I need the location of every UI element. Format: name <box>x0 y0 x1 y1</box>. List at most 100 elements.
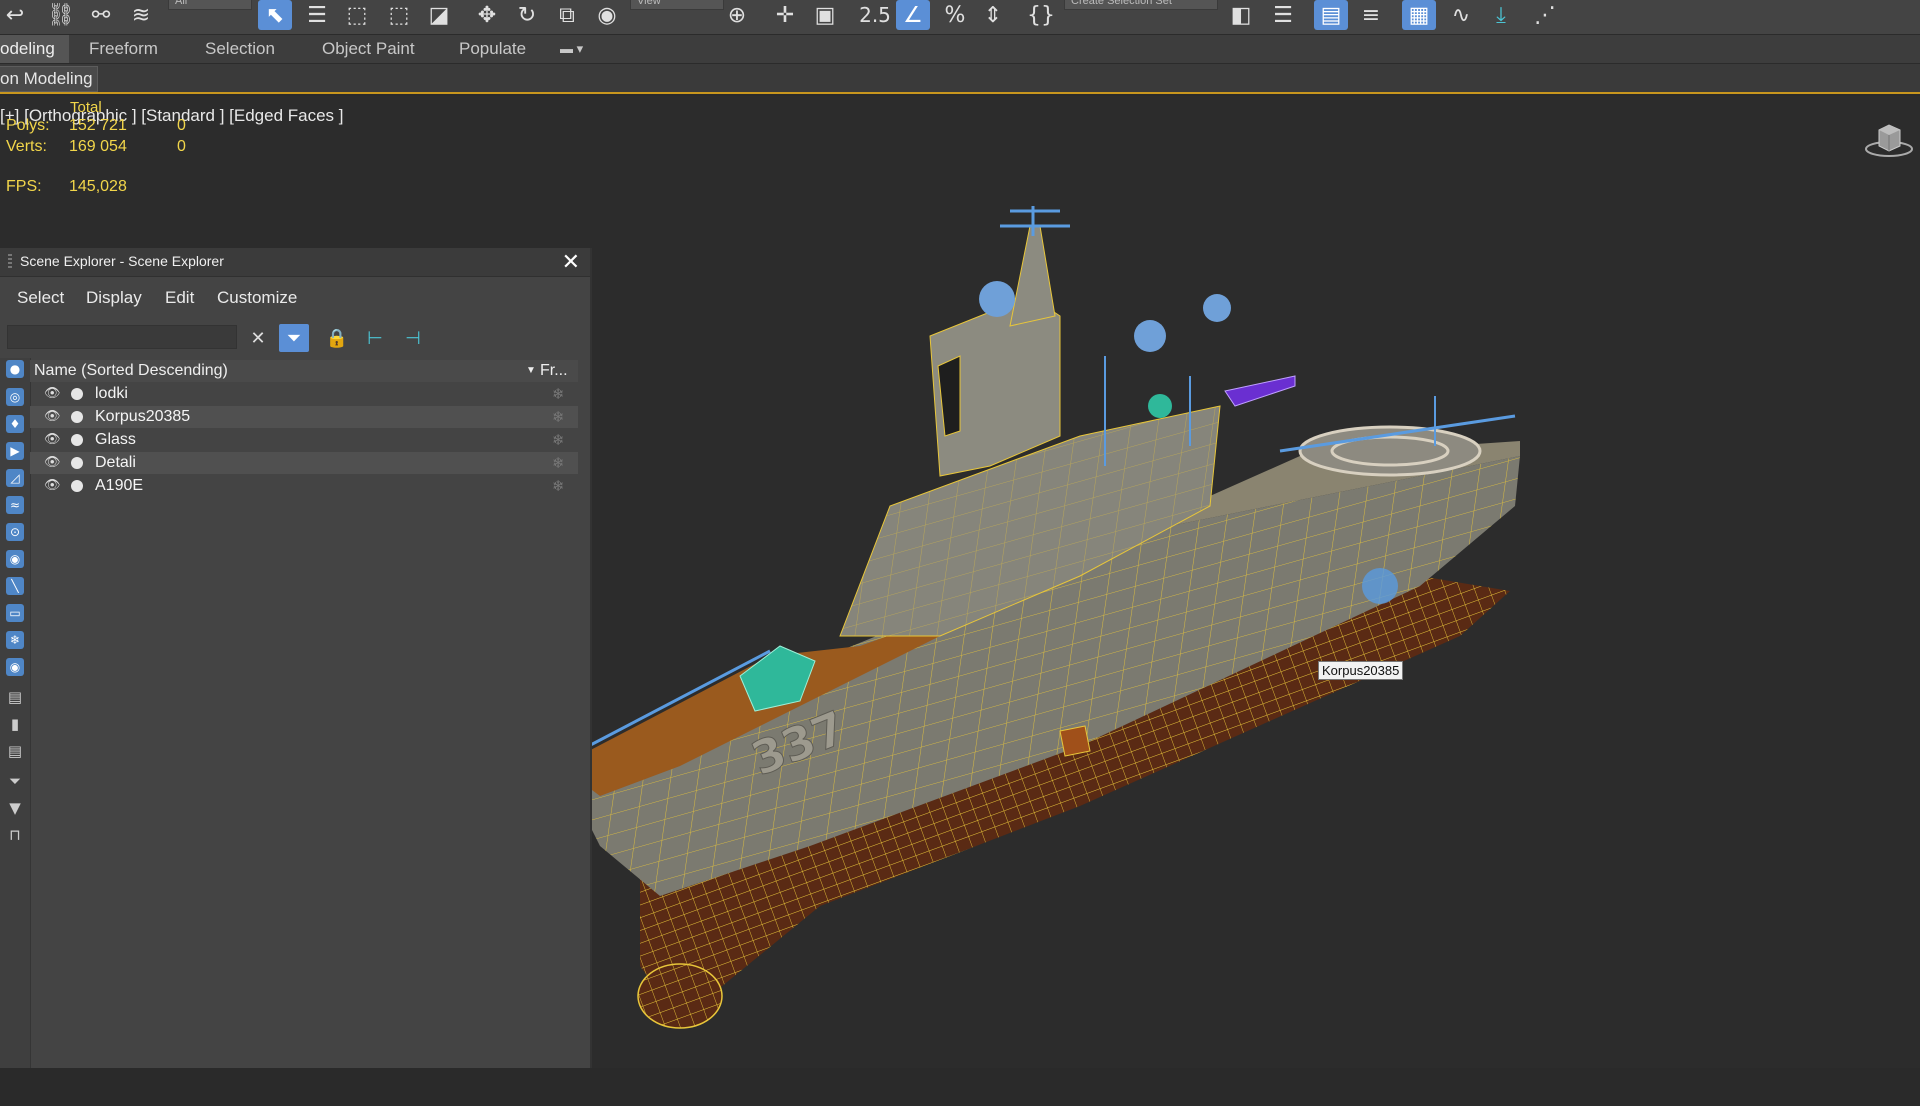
object-name[interactable]: lodki <box>95 383 128 405</box>
tab-freeform[interactable]: Freeform <box>89 35 158 63</box>
helper-filter-icon[interactable]: ◿ <box>6 469 24 487</box>
hidden-filter-icon[interactable]: ◉ <box>6 658 24 676</box>
eye-icon[interactable]: 👁 <box>44 429 61 451</box>
geometry-filter-icon[interactable]: ● <box>6 360 24 378</box>
spacewarp-filter-icon[interactable]: ≈ <box>6 496 24 514</box>
main-toolbar: ↩ ⛓ ⚯ ≋ All ⬉ ☰ ⬚ ⬚ ◪ ✥ ↻ ⧉ ◉ View ⊕ ✛ ▣… <box>0 0 1920 35</box>
object-name[interactable]: Detali <box>95 452 136 474</box>
sort-descending-icon[interactable]: ▼ <box>526 360 536 382</box>
angle-snap-icon[interactable]: ∠ <box>896 0 930 30</box>
stats-polys-label: Polys: <box>6 117 50 134</box>
toggle-scene-explorer-icon[interactable]: ▤ <box>1314 0 1348 30</box>
eye-icon[interactable]: 👁 <box>44 452 61 474</box>
menu-display[interactable]: Display <box>86 288 142 308</box>
link-icon[interactable]: ⛓ <box>46 0 76 30</box>
ribbon-sub-tab[interactable]: on Modeling <box>0 66 98 92</box>
list-item[interactable]: 👁 lodki ❄ <box>30 383 578 405</box>
freeze-icon[interactable]: ❄ <box>552 429 565 451</box>
spinner-snap-icon[interactable]: ⇕ <box>978 0 1008 30</box>
ribbon-options-icon[interactable]: ▬ ▾ <box>560 35 583 63</box>
filter-icon[interactable]: ⏷ <box>6 772 24 790</box>
lock-icon[interactable]: 🔒 <box>322 324 352 352</box>
align-icon[interactable]: ☰ <box>1268 0 1298 30</box>
container-filter-icon[interactable]: ▭ <box>6 604 24 622</box>
list-item[interactable]: 👁 Glass ❄ <box>30 429 578 451</box>
select-move-icon[interactable]: ✥ <box>472 0 502 30</box>
display-all-icon[interactable]: ▤ <box>6 688 24 706</box>
select-by-name-icon[interactable]: ☰ <box>302 0 332 30</box>
selection-filter-dropdown[interactable]: All <box>168 0 252 10</box>
viewcube-icon[interactable] <box>1864 122 1914 158</box>
select-manipulate-tool-icon[interactable]: ✛ <box>770 0 800 30</box>
render-setup-icon[interactable]: ⤓ <box>1486 0 1516 30</box>
schematic-view-icon[interactable]: ⋰ <box>1530 0 1560 30</box>
ship-model[interactable]: 337 <box>560 206 1890 1106</box>
keyboard-shortcut-override-icon[interactable]: ▣ <box>810 0 840 30</box>
container-icon[interactable]: ⊓ <box>6 826 24 844</box>
window-crossing-icon[interactable]: ⬚ <box>384 0 414 30</box>
menu-edit[interactable]: Edit <box>165 288 194 308</box>
shape-filter-icon[interactable]: ◎ <box>6 388 24 406</box>
freeze-icon[interactable]: ❄ <box>552 475 565 497</box>
hierarchy-sort-icon[interactable]: ⊢ <box>360 324 390 352</box>
select-place-icon[interactable]: ◉ <box>592 0 622 30</box>
menu-customize[interactable]: Customize <box>217 288 297 308</box>
tab-object-paint[interactable]: Object Paint <box>322 35 415 63</box>
snap-toggle-icon[interactable]: 2.5 <box>858 0 892 30</box>
ref-coord-dropdown[interactable]: View <box>630 0 724 10</box>
filter-toggle-icon[interactable]: ⏷ <box>279 324 309 352</box>
display-none-icon[interactable]: ▮ <box>6 715 24 733</box>
column-name-header[interactable]: Name (Sorted Descending) <box>34 360 228 382</box>
select-object-icon[interactable]: ⬉ <box>258 0 292 30</box>
toggle-layer-explorer-icon[interactable]: ≡ <box>1356 0 1386 30</box>
frozen-filter-icon[interactable]: ❄ <box>6 631 24 649</box>
bone-filter-icon[interactable]: ╲ <box>6 577 24 595</box>
tab-populate[interactable]: Populate <box>459 35 526 63</box>
list-item[interactable]: 👁 Detali ❄ <box>30 452 578 474</box>
selection-set-dropdown[interactable]: Create Selection Set <box>1064 0 1218 10</box>
curve-editor-icon[interactable]: ∿ <box>1444 0 1478 30</box>
xref-filter-icon[interactable]: ◉ <box>6 550 24 568</box>
toggle-ribbon-icon[interactable]: ▦ <box>1402 0 1436 30</box>
funnel-icon[interactable]: ▼ <box>6 799 24 817</box>
unlink-icon[interactable]: ⚯ <box>86 0 116 30</box>
close-icon[interactable]: ✕ <box>562 249 580 275</box>
eye-icon[interactable]: 👁 <box>44 406 61 428</box>
viewport-label[interactable]: [+] [Orthographic ] [Standard ] [Edged F… <box>0 106 344 126</box>
group-filter-icon[interactable]: ⊙ <box>6 523 24 541</box>
undo-icon[interactable]: ↩ <box>2 0 28 30</box>
object-name[interactable]: Korpus20385 <box>95 406 190 428</box>
light-filter-icon[interactable]: ♦ <box>6 415 24 433</box>
invert-display-icon[interactable]: ▤ <box>6 742 24 760</box>
percent-snap-icon[interactable]: % <box>940 0 970 30</box>
search-input[interactable] <box>7 325 237 349</box>
menu-select[interactable]: Select <box>17 288 64 308</box>
bind-space-warp-icon[interactable]: ≋ <box>126 0 156 30</box>
list-item[interactable]: 👁 A190E ❄ <box>30 475 578 497</box>
clear-search-icon[interactable]: ✕ <box>243 324 273 352</box>
mirror-icon[interactable]: ◧ <box>1226 0 1256 30</box>
layer-sort-icon[interactable]: ⊣ <box>398 324 428 352</box>
stats-fps-value: 145,028 <box>69 178 127 195</box>
freeze-icon[interactable]: ❄ <box>552 452 565 474</box>
select-rotate-icon[interactable]: ↻ <box>512 0 542 30</box>
column-frozen-header[interactable]: Fr... <box>540 360 568 382</box>
column-header[interactable]: Name (Sorted Descending) ▼ Fr... <box>30 360 578 382</box>
object-name[interactable]: A190E <box>95 475 143 497</box>
camera-filter-icon[interactable]: ▶ <box>6 442 24 460</box>
tab-selection[interactable]: Selection <box>205 35 275 63</box>
eye-icon[interactable]: 👁 <box>44 383 61 405</box>
select-manipulate-icon[interactable]: ◪ <box>424 0 454 30</box>
freeze-icon[interactable]: ❄ <box>552 383 565 405</box>
scene-explorer-titlebar[interactable]: Scene Explorer - Scene Explorer ✕ <box>0 248 590 277</box>
drag-grip-icon[interactable] <box>8 254 12 270</box>
list-item[interactable]: 👁 Korpus20385 ❄ <box>30 406 578 428</box>
edit-named-sets-icon[interactable]: {} <box>1026 0 1056 30</box>
eye-icon[interactable]: 👁 <box>44 475 61 497</box>
tab-modeling[interactable]: odeling <box>0 35 69 63</box>
object-name[interactable]: Glass <box>95 429 136 451</box>
use-pivot-icon[interactable]: ⊕ <box>722 0 752 30</box>
select-scale-icon[interactable]: ⧉ <box>552 0 582 30</box>
freeze-icon[interactable]: ❄ <box>552 406 565 428</box>
rect-region-icon[interactable]: ⬚ <box>342 0 372 30</box>
